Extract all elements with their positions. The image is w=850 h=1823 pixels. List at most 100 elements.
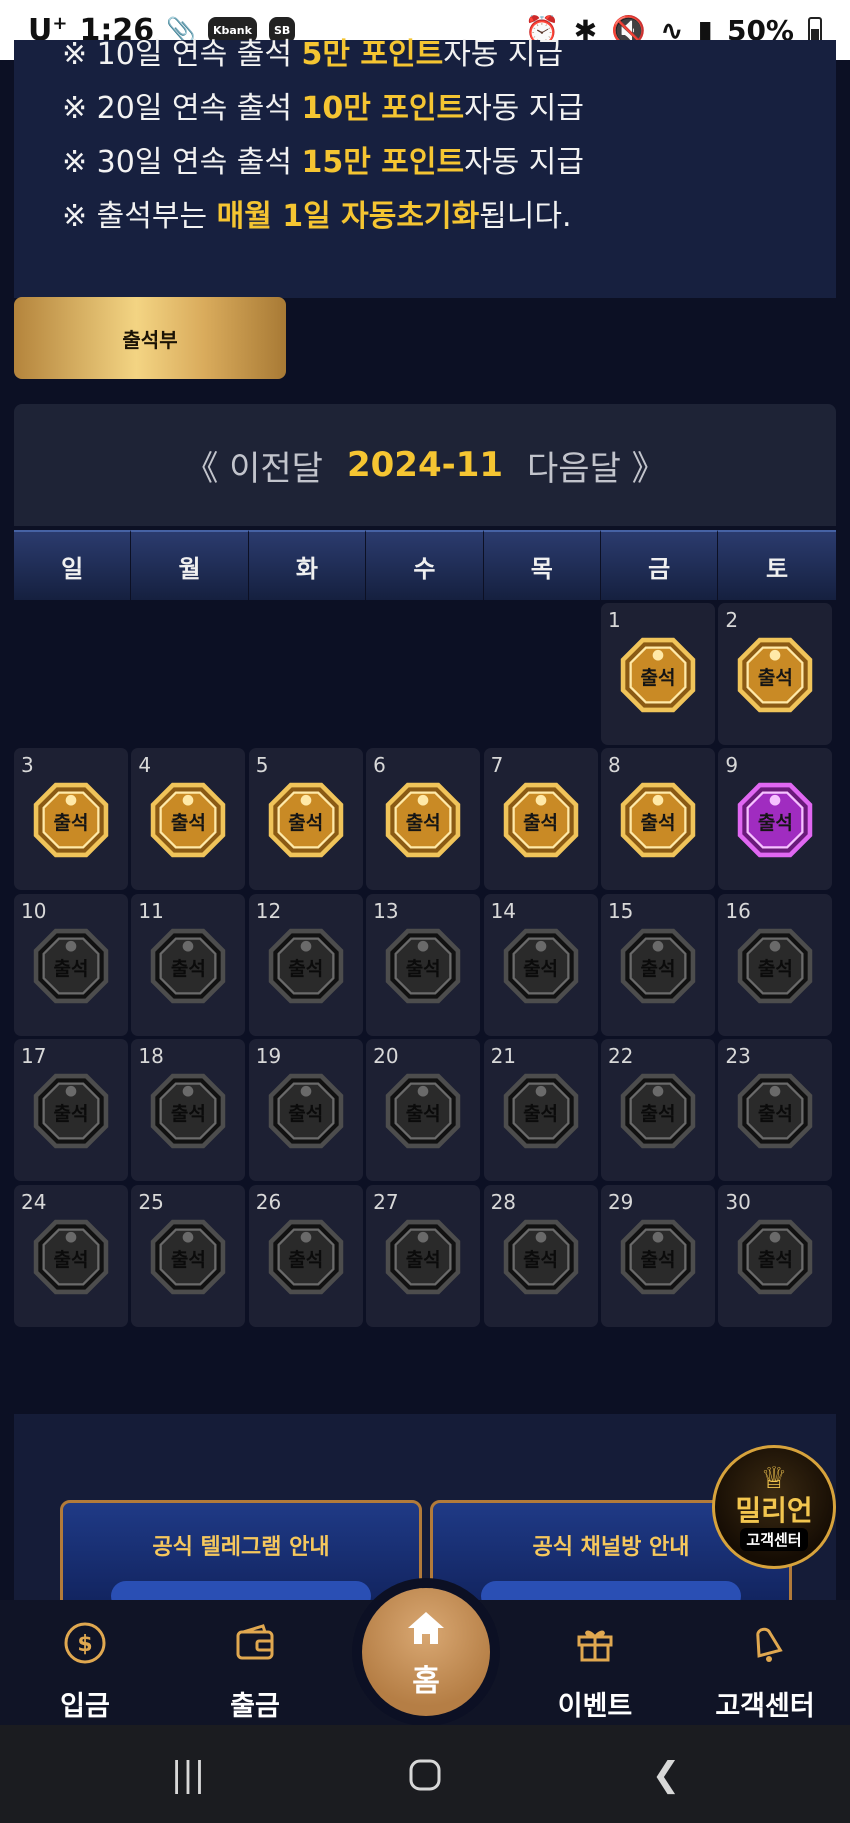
badge-label: 출석: [757, 1103, 793, 1126]
calendar-day-cell[interactable]: 2 출석: [718, 603, 833, 745]
nav-support[interactable]: 고객센터: [695, 1620, 835, 1723]
notice-line: ※ 출석부는 매월 1일 자동초기화됩니다.: [62, 199, 572, 234]
calendar-day-cell[interactable]: 12 출석: [248, 893, 363, 1036]
calendar-blank-cell: [366, 603, 480, 745]
calendar-day-cell[interactable]: 1 출석: [600, 603, 715, 745]
day-number: 19: [255, 1044, 282, 1069]
calendar-day-cell[interactable]: 24 출석: [14, 1184, 128, 1327]
calendar-day-cell[interactable]: 19 출석: [248, 1039, 363, 1182]
attendance-badge-icon: 출석: [150, 1073, 226, 1149]
badge-label: 출석: [288, 1248, 324, 1271]
badge-label: 출석: [288, 1103, 324, 1126]
badge-label: 출석: [405, 1103, 441, 1126]
crown-icon: ♕: [760, 1461, 788, 1496]
prev-month-button[interactable]: 《 이전달: [184, 441, 323, 490]
calendar-day-cell[interactable]: 10 출석: [14, 893, 128, 1036]
nav-events[interactable]: 이벤트: [525, 1620, 665, 1723]
calendar-day-cell[interactable]: 18 출석: [131, 1039, 246, 1182]
calendar-day-cell[interactable]: 23 출석: [718, 1039, 833, 1182]
day-number: 23: [725, 1044, 751, 1069]
badge-label: 출석: [640, 667, 676, 689]
day-number: 3: [21, 753, 34, 778]
attendance-calendar: 《 이전달 2024-11 다음달 》 일 월 화 수 목 금 토 1 출석 2 출석…: [14, 404, 836, 1330]
calendar-day-cell[interactable]: 30 출석: [718, 1184, 833, 1327]
badge-label: 출석: [288, 812, 324, 835]
day-number: 4: [138, 753, 152, 778]
nav-withdraw[interactable]: 출금: [185, 1620, 325, 1723]
day-number: 10: [21, 898, 47, 923]
calendar-day-cell[interactable]: 27 출석: [366, 1184, 481, 1327]
calendar-day-cell[interactable]: 20 출석: [366, 1039, 481, 1182]
channel-info-title: 공식 채널방 안내: [532, 1535, 690, 1560]
attendance-badge-icon: 출석: [268, 928, 344, 1004]
calendar-day-cell[interactable]: 28 출석: [483, 1184, 598, 1327]
nav-deposit[interactable]: $ 입금: [15, 1620, 155, 1723]
calendar-day-cell[interactable]: 6 출석: [366, 748, 481, 891]
weekday-header: 일 월 화 수 목 금 토: [14, 530, 836, 600]
day-number: 25: [138, 1189, 164, 1214]
attendance-badge-icon: 출석: [737, 928, 813, 1004]
calendar-day-cell[interactable]: 13 출석: [366, 893, 481, 1036]
day-number: 22: [607, 1044, 634, 1069]
day-number: 5: [255, 753, 269, 778]
notice-line: ※ 10일 연속 출석 5만 포인트자동 지급: [62, 37, 564, 72]
support-floating-button[interactable]: ♕ 밀리언 고객센터: [712, 1445, 836, 1569]
badge-label: 출석: [523, 1248, 559, 1271]
day-number: 9: [725, 753, 739, 778]
calendar-day-cell[interactable]: 17 출석: [14, 1039, 128, 1182]
nav-home[interactable]: 홈: [362, 1588, 490, 1716]
calendar-blank-cell: [14, 603, 128, 745]
calendar-day-cell[interactable]: 9 출석: [718, 748, 833, 891]
weekday-sat: 토: [718, 530, 836, 600]
attendance-badge-icon: 출석: [620, 1073, 696, 1149]
calendar-day-cell[interactable]: 5 출석: [248, 748, 363, 891]
calendar-day-cell[interactable]: 25 출석: [131, 1184, 246, 1327]
weekday-sun: 일: [14, 530, 132, 600]
calendar-day-cell[interactable]: 14 출석: [483, 893, 598, 1036]
day-number: 1: [607, 608, 621, 632]
badge-label: 출석: [53, 812, 89, 835]
calendar-day-cell[interactable]: 3 출석: [14, 748, 128, 891]
calendar-day-cell[interactable]: 26 출석: [248, 1184, 363, 1327]
badge-label: 출석: [170, 812, 206, 835]
calendar-day-cell[interactable]: 22 출석: [600, 1039, 715, 1182]
attendance-badge-icon: 출석: [150, 782, 226, 858]
home-system-icon[interactable]: [395, 1755, 455, 1795]
calendar-day-cell[interactable]: 8 출석: [600, 748, 715, 891]
badge-label: 출석: [523, 812, 559, 835]
attendance-badge-icon: 출석: [503, 928, 579, 1004]
attendance-badge-icon: 출석: [620, 1219, 696, 1295]
badge-label: 출석: [405, 1248, 441, 1271]
badge-label: 출석: [757, 1248, 793, 1271]
day-number: 24: [21, 1189, 47, 1214]
badge-label: 출석: [523, 1103, 559, 1126]
badge-label: 출석: [53, 1103, 89, 1126]
calendar-day-cell[interactable]: 11 출석: [131, 893, 246, 1036]
bell-icon: [742, 1620, 788, 1666]
calendar-day-cell[interactable]: 29 출석: [600, 1184, 715, 1327]
day-number: 6: [373, 753, 386, 778]
calendar-blank-cell: [249, 603, 363, 745]
calendar-day-cell[interactable]: 4 출석: [131, 748, 246, 891]
calendar-day-cell[interactable]: 21 출석: [483, 1039, 598, 1182]
recent-apps-icon[interactable]: |||: [158, 1755, 218, 1795]
attendance-badge-icon: 출석: [620, 928, 696, 1004]
badge-label: 출석: [170, 957, 206, 980]
day-number: 21: [490, 1044, 517, 1069]
calendar-day-cell[interactable]: 7 출석: [483, 748, 598, 891]
attendance-badge-icon: 출석: [737, 1073, 813, 1149]
attendance-badge-icon: 출석: [33, 782, 109, 858]
attendance-badge-icon: 출석: [620, 782, 696, 858]
calendar-day-cell[interactable]: 15 출석: [600, 893, 715, 1036]
next-month-button[interactable]: 다음달 》: [527, 441, 666, 490]
coin-icon: $: [62, 1620, 108, 1666]
attendance-badge-icon: 출석: [620, 637, 696, 713]
badge-label: 출석: [53, 957, 89, 980]
weekday-mon: 월: [131, 530, 249, 600]
day-number: 13: [373, 898, 399, 923]
calendar-day-cell[interactable]: 16 출석: [718, 893, 833, 1036]
back-icon[interactable]: ❮: [636, 1755, 696, 1795]
day-number: 11: [138, 898, 164, 923]
gift-icon: [572, 1620, 618, 1666]
attendance-book-button[interactable]: 출석부: [14, 297, 286, 379]
